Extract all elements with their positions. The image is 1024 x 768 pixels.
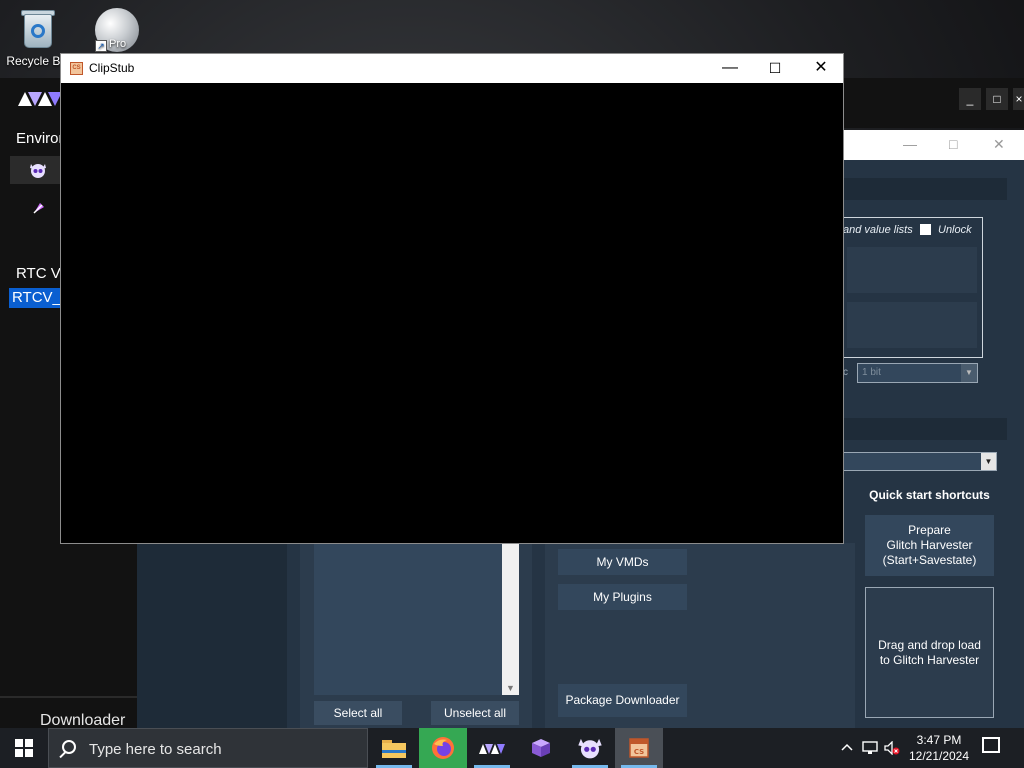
shortcut-arrow-icon: ↗: [95, 40, 107, 52]
chevron-up-icon: [841, 743, 853, 751]
taskbar-clock[interactable]: 3:47 PM 12/21/2024: [902, 732, 976, 764]
value-lists-label: and value lists: [843, 224, 913, 236]
rtcv-maximize-button[interactable]: □: [986, 88, 1008, 110]
taskbar-firefox[interactable]: [419, 728, 467, 768]
recycle-bin-icon: [18, 8, 58, 50]
clock-date: 12/21/2024: [908, 749, 970, 763]
glitch-harvester-titlebar: — □ ✕: [843, 130, 1024, 160]
unselect-all-button[interactable]: Unselect all: [431, 701, 519, 725]
firefox-icon: [432, 737, 454, 759]
prepare-line: Prepare: [908, 523, 951, 537]
maximize-button[interactable]: ☐: [752, 54, 798, 83]
desktop-icon-pro[interactable]: ↗ Pro: [82, 0, 152, 52]
section-header-band: [843, 418, 1007, 440]
start-button[interactable]: [0, 728, 48, 768]
network-status[interactable]: [860, 728, 880, 768]
clipstub-icon: CS: [70, 62, 83, 75]
list-scrollbar[interactable]: ▼: [502, 543, 519, 695]
close-button[interactable]: ✕: [798, 54, 844, 83]
taskbar-clipstub[interactable]: CS: [615, 728, 663, 768]
quick-start-title: Quick start shortcuts: [869, 488, 990, 502]
rtcv-logo-icon: [18, 92, 62, 106]
clipstub-window: CS ClipStub — ☐ ✕: [60, 53, 844, 544]
chevron-down-icon: ▼: [961, 364, 977, 382]
desktop-icon-label: Pro: [109, 38, 127, 50]
precision-dropdown[interactable]: 1 bit ▼: [857, 363, 978, 383]
pro-app-icon: ↗ Pro: [95, 8, 139, 52]
close-icon[interactable]: ✕: [993, 136, 1005, 153]
file-explorer-icon: [382, 740, 406, 758]
notification-center-icon[interactable]: [982, 737, 1000, 753]
windows-logo-icon: [15, 739, 33, 757]
taskbar-rtcv[interactable]: [468, 728, 516, 768]
taskbar-glitch-harvester[interactable]: [566, 728, 614, 768]
dragdrop-line: Drag and drop load: [878, 638, 981, 652]
value-lists-group: and value lists Unlock: [843, 217, 983, 358]
glitch-harvester-icon: [30, 164, 46, 178]
clock-time: 3:47 PM: [916, 733, 962, 747]
divider: [0, 696, 137, 698]
glitch-harvester-icon: [578, 738, 602, 759]
svg-text:CS: CS: [634, 748, 644, 756]
dragdrop-line: to Glitch Harvester: [879, 653, 980, 667]
maximize-icon[interactable]: □: [949, 136, 957, 152]
minimize-button[interactable]: —: [707, 54, 753, 83]
my-vmds-button[interactable]: My VMDs: [558, 549, 687, 575]
minimize-icon[interactable]: —: [903, 136, 917, 152]
clipstub-icon: CS: [629, 738, 649, 758]
my-plugins-button[interactable]: My Plugins: [558, 584, 687, 610]
network-icon: [862, 741, 878, 754]
clipstub-content: [61, 83, 843, 543]
taskbar: Type here to search CS 3:47 PM 12/21/202…: [0, 728, 1024, 768]
taskbar-file-explorer[interactable]: [370, 728, 418, 768]
scroll-down-icon: ▼: [506, 683, 515, 693]
clipstub-titlebar[interactable]: CS ClipStub — ☐ ✕: [61, 54, 843, 83]
show-hidden-icons-button[interactable]: [838, 728, 856, 768]
taskbar-cube-app[interactable]: [517, 728, 565, 768]
section-header-band: [843, 178, 1007, 200]
engine-dropdown[interactable]: ▼: [843, 452, 997, 471]
prepare-line: Glitch Harvester: [886, 538, 973, 552]
precision-value: 1 bit: [862, 367, 881, 378]
prepare-glitch-harvester-button[interactable]: Prepare Glitch Harvester (Start+Savestat…: [865, 515, 994, 576]
rtcv-close-button[interactable]: ×: [1013, 88, 1024, 110]
select-all-button[interactable]: Select all: [314, 701, 402, 725]
value-list-slot[interactable]: [847, 247, 977, 293]
window-title: ClipStub: [89, 61, 135, 75]
drag-drop-zone[interactable]: Drag and drop load to Glitch Harvester: [865, 587, 994, 718]
rtcv-icon: [479, 744, 505, 754]
volume-muted-icon: [884, 741, 900, 755]
chevron-down-icon: ▼: [981, 453, 996, 470]
prepare-line: (Start+Savestate): [882, 553, 977, 567]
package-downloader-button[interactable]: Package Downloader: [558, 684, 687, 717]
unlock-checkbox[interactable]: [920, 224, 931, 235]
value-list-slot[interactable]: [847, 302, 977, 348]
rtcv-minimize-button[interactable]: _: [959, 88, 981, 110]
left-column-panel: [137, 543, 287, 728]
cube-icon: [532, 739, 550, 757]
search-placeholder: Type here to search: [89, 741, 222, 758]
unlock-label: Unlock: [938, 224, 972, 236]
spark-icon: [33, 203, 44, 214]
memory-domains-list[interactable]: [314, 543, 519, 695]
volume-status[interactable]: [882, 728, 902, 768]
taskbar-search[interactable]: Type here to search: [48, 728, 368, 768]
